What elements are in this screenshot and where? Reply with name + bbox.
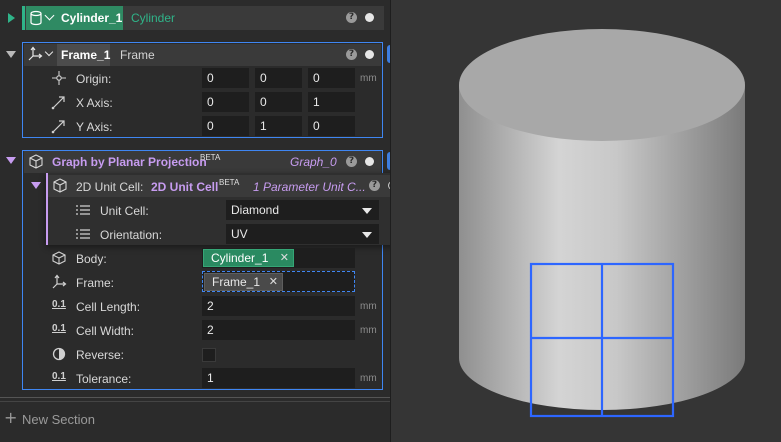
x-axis-label: X Axis:	[76, 96, 113, 110]
cylinder-accent-bar	[22, 6, 25, 30]
frame-label: Frame:	[76, 276, 115, 290]
collapse-caret-icon[interactable]	[6, 157, 16, 164]
beta-badge: BETA	[200, 153, 221, 162]
graph-title[interactable]: Graph by Planar Projection	[52, 155, 207, 169]
help-icon[interactable]: ?	[369, 180, 380, 191]
reverse-label: Reverse:	[76, 348, 125, 362]
frame-name[interactable]: Frame_1	[61, 48, 110, 62]
numeric-icon: 0.1	[52, 371, 66, 382]
y-axis-z-input[interactable]: 0	[308, 116, 355, 136]
cell-length-label: Cell Length:	[76, 300, 141, 314]
help-icon[interactable]: ?	[346, 49, 357, 60]
unit-cell-type-label: Unit Cell:	[100, 204, 149, 218]
cylinder-header[interactable]: Cylinder_1 Cylinder ?	[0, 6, 385, 30]
beta-badge: BETA	[219, 178, 240, 187]
unit-cell-name[interactable]: 2D Unit Cell	[151, 180, 218, 194]
body-chip-label: Cylinder_1	[211, 251, 269, 265]
cell-width-label: Cell Width:	[76, 324, 135, 338]
frame-type: Frame	[120, 48, 155, 62]
visibility-dot-icon[interactable]	[365, 50, 374, 59]
cell-length-input[interactable]: 2	[202, 296, 355, 316]
cylinder-name[interactable]: Cylinder_1	[61, 11, 122, 25]
numeric-icon: 0.1	[52, 299, 66, 310]
body-chip[interactable]: Cylinder_1 ✕	[203, 249, 294, 267]
y-axis-y-input[interactable]: 1	[255, 116, 302, 136]
3d-viewport[interactable]	[390, 0, 781, 442]
reverse-checkbox[interactable]	[202, 348, 216, 362]
new-section-button[interactable]: + New Section	[4, 408, 114, 428]
x-axis-z-input[interactable]: 1	[308, 92, 355, 112]
body-cube-icon	[52, 251, 66, 265]
frame-chip-label: Frame_1	[212, 275, 261, 289]
tolerance-label: Tolerance:	[76, 372, 132, 386]
orientation-select[interactable]: UV	[226, 224, 379, 244]
origin-z-input[interactable]: 0	[308, 68, 355, 88]
graph-cube-icon	[29, 154, 43, 169]
y-axis-x-input[interactable]: 0	[202, 116, 249, 136]
section-divider	[0, 401, 390, 402]
unit-cell-select-value: Diamond	[231, 203, 280, 217]
unit-cell-label: 2D Unit Cell:	[76, 180, 144, 194]
origin-x-input[interactable]: 0	[202, 68, 249, 88]
properties-panel: Cylinder_1 Cylinder ? Frame_1 Frame ? + …	[0, 0, 406, 442]
half-circle-icon	[52, 347, 66, 361]
list-icon	[76, 205, 90, 215]
list-icon	[76, 229, 90, 239]
tolerance-input[interactable]: 1	[202, 368, 355, 388]
unit-cell-cube-icon	[53, 178, 67, 193]
origin-y-input[interactable]: 0	[255, 68, 302, 88]
unit-cell-select[interactable]: Diamond	[226, 200, 379, 220]
visibility-dot-icon[interactable]	[365, 157, 374, 166]
section-divider	[0, 397, 390, 398]
cell-length-unit: mm	[360, 301, 377, 312]
x-axis-y-input[interactable]: 0	[255, 92, 302, 112]
new-section-label: New Section	[22, 412, 95, 427]
visibility-dot-icon[interactable]	[365, 13, 374, 22]
collapse-caret-icon[interactable]	[6, 51, 16, 58]
cell-width-unit: mm	[360, 325, 377, 336]
cylinder-type: Cylinder	[131, 11, 176, 25]
origin-icon	[52, 71, 66, 85]
graph-output-name: Graph_0	[290, 155, 337, 169]
expand-caret-icon[interactable]	[8, 13, 15, 23]
x-axis-x-input[interactable]: 0	[202, 92, 249, 112]
chevron-down-icon	[362, 232, 372, 238]
cylinder-icon	[30, 10, 42, 26]
orientation-label: Orientation:	[100, 228, 163, 242]
remove-icon[interactable]: ✕	[269, 274, 278, 290]
remove-icon[interactable]: ✕	[280, 250, 289, 266]
tolerance-unit: mm	[360, 373, 377, 384]
unit-cell-output: 1 Parameter Unit C...	[253, 180, 366, 194]
plus-icon: +	[4, 408, 18, 427]
frame-axes-icon	[52, 274, 67, 289]
cylinder-model[interactable]	[391, 0, 781, 442]
y-axis-label: Y Axis:	[76, 120, 113, 134]
origin-label: Origin:	[76, 72, 112, 86]
numeric-icon: 0.1	[52, 323, 66, 334]
help-icon[interactable]: ?	[346, 12, 357, 23]
cell-width-input[interactable]: 2	[202, 320, 355, 340]
orientation-select-value: UV	[231, 227, 248, 241]
origin-unit: mm	[360, 73, 377, 84]
help-icon[interactable]: ?	[346, 156, 357, 167]
frame-axes-icon	[28, 46, 43, 61]
axis-arrow-icon	[51, 120, 65, 134]
chevron-down-icon	[362, 208, 372, 214]
frame-chip[interactable]: Frame_1 ✕	[204, 273, 283, 291]
body-label: Body:	[76, 252, 107, 266]
axis-arrow-icon	[51, 96, 65, 110]
collapse-caret-icon[interactable]	[31, 182, 41, 189]
